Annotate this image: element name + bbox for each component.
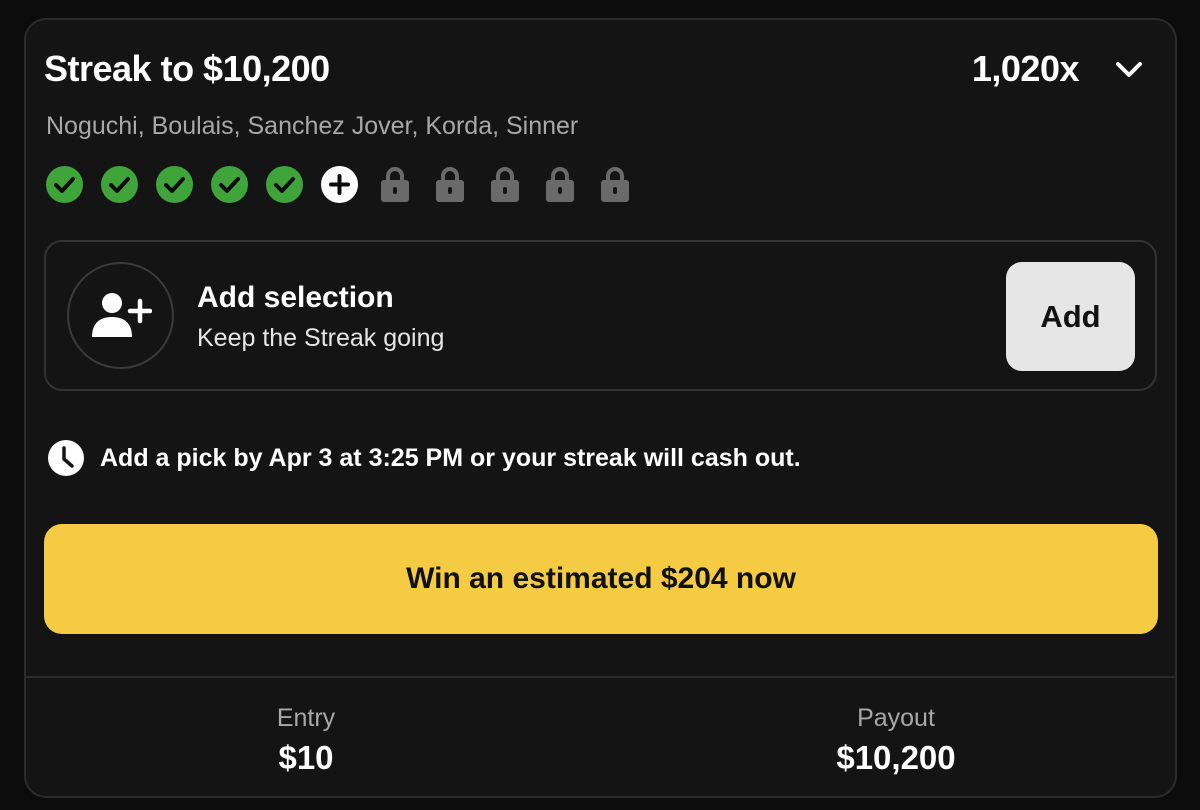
entry-stat: Entry $10 xyxy=(156,704,456,777)
streak-progress xyxy=(46,166,633,203)
lock-icon xyxy=(431,166,468,203)
multiplier-value: 1,020x xyxy=(971,48,1080,89)
lock-icon xyxy=(541,166,578,203)
lock-icon xyxy=(376,166,413,203)
payout-value: $10,200 xyxy=(836,739,956,776)
payout-stat: Payout $10,200 xyxy=(746,704,1046,777)
add-selection-title: Add selection xyxy=(197,281,394,314)
entry-value: $10 xyxy=(278,739,334,776)
add-user-icon xyxy=(67,262,174,369)
check-circle-icon xyxy=(156,166,193,203)
divider xyxy=(26,676,1175,678)
chevron-down-icon[interactable] xyxy=(1113,56,1145,82)
add-button[interactable]: Add xyxy=(1006,262,1135,371)
players-list: Noguchi, Boulais, Sanchez Jover, Korda, … xyxy=(46,112,579,140)
streak-title: Streak to $10,200 xyxy=(44,48,330,89)
deadline-notice: Add a pick by Apr 3 at 3:25 PM or your s… xyxy=(48,440,801,476)
add-selection-subtitle: Keep the Streak going xyxy=(197,324,445,352)
check-circle-icon xyxy=(211,166,248,203)
add-selection-panel: Add selection Keep the Streak going Add xyxy=(44,240,1157,391)
streak-card: Streak to $10,200 1,020x Noguchi, Boulai… xyxy=(24,18,1177,798)
entry-label: Entry xyxy=(276,704,336,732)
lock-icon xyxy=(486,166,523,203)
cash-out-button[interactable]: Win an estimated $204 now xyxy=(44,524,1158,634)
lock-icon xyxy=(596,166,633,203)
check-circle-icon xyxy=(46,166,83,203)
check-circle-icon xyxy=(266,166,303,203)
plus-circle-icon xyxy=(321,166,358,203)
clock-icon xyxy=(48,440,84,476)
check-circle-icon xyxy=(101,166,138,203)
deadline-text: Add a pick by Apr 3 at 3:25 PM or your s… xyxy=(100,443,801,472)
payout-label: Payout xyxy=(857,704,935,732)
